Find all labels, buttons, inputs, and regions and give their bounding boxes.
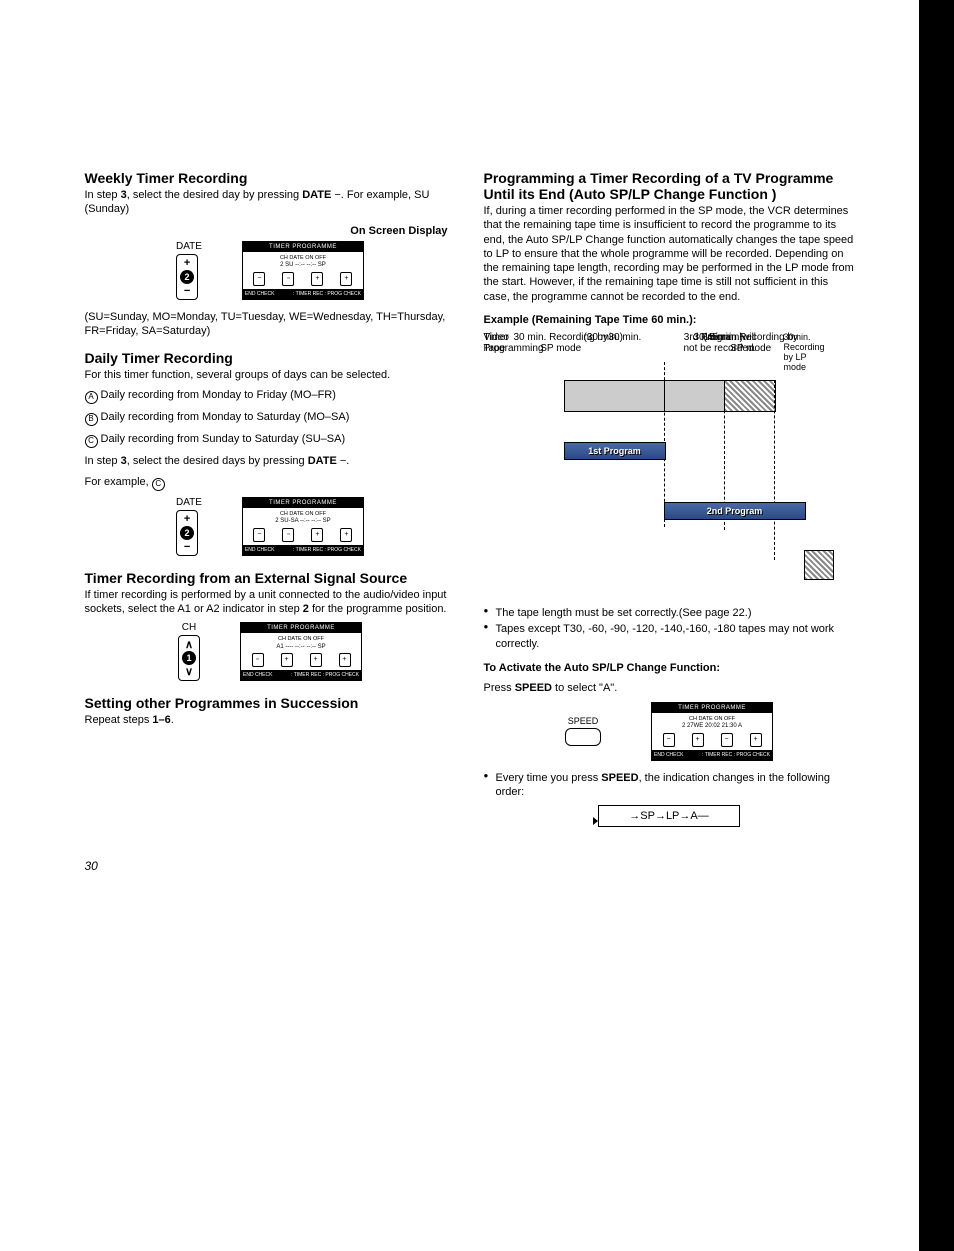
- daily-intro: For this timer function, several groups …: [85, 368, 456, 382]
- ch-button-figure: CH ∧1∨: [178, 622, 200, 681]
- osd-speed: TIMER PROGRAMME CH DATE ON OFF 2 27WE 20…: [651, 702, 773, 761]
- weekly-instruction: In step 3, select the desired day by pre…: [85, 188, 456, 217]
- daily-option-a: A Daily recording from Monday to Friday …: [85, 388, 456, 404]
- heading-daily: Daily Timer Recording: [85, 350, 456, 366]
- daily-option-c: C Daily recording from Sunday to Saturda…: [85, 432, 456, 448]
- daily-option-b: B Daily recording from Monday to Saturda…: [85, 410, 456, 426]
- osd-external: TIMER PROGRAMME CH DATE ON OFF A1 ---- -…: [240, 622, 362, 681]
- heading-autosplp: Programming a Timer Recording of a TV Pr…: [484, 170, 855, 202]
- date-button-figure-2: DATE +2−: [176, 497, 202, 556]
- external-instruction: If timer recording is performed by a uni…: [85, 588, 456, 617]
- tape-diagram: 30 min. Recording by SP mode 15 min. Rec…: [484, 332, 834, 602]
- date-button-figure: DATE + 2 −: [176, 241, 202, 300]
- osd-weekly: TIMER PROGRAMME CH DATE ON OFF 2 SU --:-…: [242, 241, 364, 300]
- tape-notes: The tape length must be set correctly.(S…: [484, 606, 855, 651]
- heading-succession: Setting other Programmes in Succession: [85, 695, 456, 711]
- speed-cycle: →SP→LP→A—: [598, 805, 740, 827]
- daily-instruction: In step 3, select the desired days by pr…: [85, 454, 456, 468]
- activate-heading: To Activate the Auto SP/LP Change Functi…: [484, 661, 855, 675]
- osd-daily: TIMER PROGRAMME CH DATE ON OFF 2 SU-SA -…: [242, 497, 364, 556]
- page-number: 30: [85, 859, 98, 873]
- activate-instruction: Press SPEED to select "A".: [484, 681, 855, 695]
- heading-weekly: Weekly Timer Recording: [85, 170, 456, 186]
- example-heading: Example (Remaining Tape Time 60 min.):: [484, 314, 855, 326]
- osd-label: On Screen Display: [85, 225, 448, 237]
- speed-button-figure: SPEED: [565, 716, 601, 746]
- autosplp-body: If, during a timer recording performed i…: [484, 204, 855, 304]
- heading-external: Timer Recording from an External Signal …: [85, 570, 456, 586]
- succession-instruction: Repeat steps 1–6.: [85, 713, 456, 727]
- daily-example: For example, C: [85, 475, 456, 491]
- speed-note: Every time you press SPEED, the indicati…: [484, 771, 855, 800]
- day-legend: (SU=Sunday, MO=Monday, TU=Tuesday, WE=We…: [85, 310, 456, 339]
